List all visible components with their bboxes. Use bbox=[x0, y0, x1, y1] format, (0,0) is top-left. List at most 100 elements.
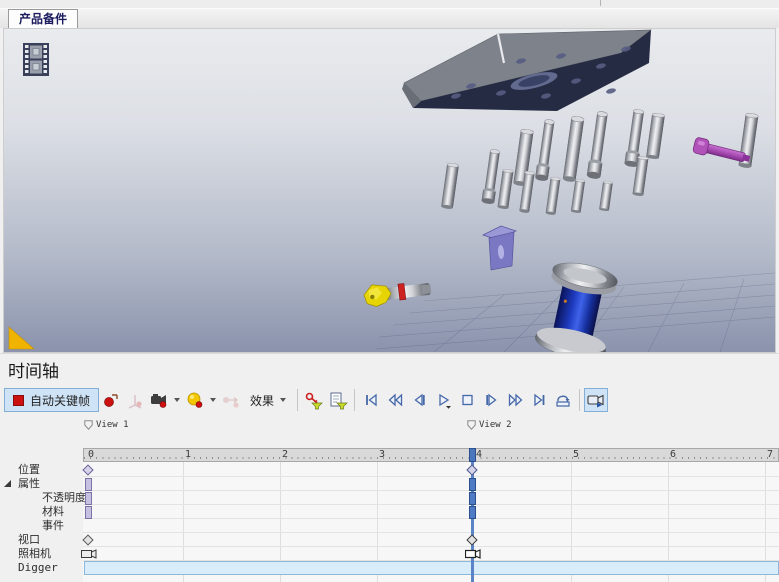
view-marker-icon bbox=[467, 420, 476, 430]
toolbar-separator bbox=[579, 389, 580, 411]
digger-track-bar[interactable] bbox=[84, 561, 779, 575]
timeline-title: 时间轴 bbox=[8, 357, 59, 382]
part-blue-cylinder-bushing[interactable] bbox=[533, 257, 623, 352]
view-marker-label: View 1 bbox=[96, 420, 129, 430]
keyframe-camera-t0[interactable] bbox=[81, 549, 97, 559]
row-separator bbox=[83, 532, 779, 533]
sheet-filter-icon bbox=[328, 391, 348, 410]
loop-icon bbox=[553, 391, 573, 409]
track-opacity[interactable]: 不透明度 bbox=[42, 491, 86, 505]
row-separator bbox=[83, 504, 779, 505]
timeline-panel: 时间轴 自动关键帧 bbox=[0, 353, 779, 582]
scene-3d bbox=[4, 29, 775, 352]
effects-button[interactable]: 效果 bbox=[243, 388, 293, 412]
set-keyframe-button[interactable] bbox=[99, 388, 123, 412]
track-position[interactable]: 位置 bbox=[18, 463, 40, 477]
keyframe-opacity-t0[interactable] bbox=[85, 492, 92, 505]
ruler-number: 0 bbox=[88, 449, 94, 461]
track-material[interactable]: 材料 bbox=[42, 505, 64, 519]
filter-keyframes-button[interactable] bbox=[302, 388, 326, 412]
axes-gizmo-icon bbox=[126, 391, 144, 409]
effects-dropdown bbox=[280, 398, 286, 402]
tab-product-spares[interactable]: 产品备件 bbox=[8, 9, 78, 28]
film-strip-icon[interactable] bbox=[23, 43, 49, 76]
ruler-number: 4 bbox=[476, 449, 482, 461]
row-separator bbox=[83, 476, 779, 477]
move-keyframe-icon bbox=[221, 391, 241, 409]
ruler-number: 5 bbox=[573, 449, 579, 461]
toolbar-separator bbox=[354, 389, 355, 411]
auto-keyframe-label: 自动关键帧 bbox=[30, 392, 90, 409]
track-properties[interactable]: 属性 bbox=[18, 477, 40, 491]
track-digger[interactable]: Digger bbox=[18, 561, 58, 575]
track-events[interactable]: 事件 bbox=[42, 519, 64, 533]
toolbar-separator bbox=[297, 389, 298, 411]
ruler-number: 2 bbox=[282, 449, 288, 461]
marker-view-1[interactable]: View 1 bbox=[84, 419, 129, 431]
go-to-end-button[interactable] bbox=[527, 388, 551, 412]
ruler-number: 3 bbox=[379, 449, 385, 461]
timeline-ruler[interactable]: 0 1 2 3 4 5 6 7 bbox=[83, 448, 779, 462]
skip-to-start-icon bbox=[362, 391, 381, 409]
keyframe-material-t0[interactable] bbox=[85, 506, 92, 519]
part-dowel-pins[interactable] bbox=[441, 109, 759, 216]
view-marker-label: View 2 bbox=[479, 420, 512, 430]
fast-forward-button[interactable] bbox=[503, 388, 527, 412]
light-bulb-icon bbox=[185, 391, 205, 409]
ground-triangle-icon[interactable] bbox=[9, 327, 34, 349]
play-camera-views-toggle[interactable] bbox=[584, 388, 608, 412]
step-forward-button[interactable] bbox=[479, 388, 503, 412]
part-yellow-clevis-shaft[interactable] bbox=[363, 278, 432, 308]
fast-backward-icon bbox=[386, 391, 405, 409]
ruler-number: 1 bbox=[185, 449, 191, 461]
filter-list-button[interactable] bbox=[326, 388, 350, 412]
next-frame-icon bbox=[482, 391, 501, 409]
viewport-3d[interactable] bbox=[3, 28, 776, 353]
light-keyframe-dropdown[interactable] bbox=[210, 398, 216, 402]
playhead-handle[interactable] bbox=[469, 448, 476, 462]
row-separator bbox=[83, 490, 779, 491]
camera-keyframe-button[interactable] bbox=[147, 388, 171, 412]
play-button[interactable] bbox=[431, 388, 455, 412]
toolbar-separator-remnant bbox=[600, 0, 601, 6]
key-filter-icon bbox=[304, 391, 324, 410]
camera-play-icon bbox=[586, 391, 606, 409]
ruler-number: 6 bbox=[670, 449, 676, 461]
step-back-button[interactable] bbox=[407, 388, 431, 412]
loop-playback-button[interactable] bbox=[551, 388, 575, 412]
play-icon bbox=[434, 391, 453, 409]
keyframe-properties-t4[interactable] bbox=[469, 478, 476, 491]
auto-keyframe-button[interactable]: 自动关键帧 bbox=[4, 388, 99, 412]
record-square-icon bbox=[13, 395, 24, 406]
rewind-button[interactable] bbox=[383, 388, 407, 412]
part-latch-bracket[interactable] bbox=[483, 226, 516, 270]
expander-properties[interactable] bbox=[4, 480, 11, 487]
keyframe-properties-t0[interactable] bbox=[85, 478, 92, 491]
previous-frame-icon bbox=[410, 391, 429, 409]
go-to-start-button[interactable] bbox=[359, 388, 383, 412]
marker-view-2[interactable]: View 2 bbox=[467, 419, 512, 431]
timeline-toolbar: 自动关键帧 bbox=[4, 386, 608, 414]
row-separator bbox=[83, 546, 779, 547]
translate-keyframe-button[interactable] bbox=[123, 388, 147, 412]
keyframe-opacity-t4[interactable] bbox=[469, 492, 476, 505]
camera-icon bbox=[149, 391, 169, 409]
skip-to-end-icon bbox=[530, 391, 549, 409]
document-tab-bar: 产品备件 bbox=[0, 9, 779, 28]
camera-keyframe-dropdown[interactable] bbox=[174, 398, 180, 402]
keyframe-camera-t4[interactable] bbox=[465, 549, 481, 559]
view-marker-icon bbox=[84, 420, 93, 430]
track-viewport[interactable]: 视口 bbox=[18, 533, 40, 547]
window-top-strip bbox=[0, 0, 779, 9]
part-top-plate[interactable] bbox=[402, 30, 651, 111]
keyframe-dot-icon bbox=[102, 391, 120, 409]
keyframe-material-t4[interactable] bbox=[469, 506, 476, 519]
light-keyframe-button[interactable] bbox=[183, 388, 207, 412]
event-keyframe-button[interactable] bbox=[219, 388, 243, 412]
row-separator bbox=[83, 518, 779, 519]
stop-button[interactable] bbox=[455, 388, 479, 412]
effects-label: 效果 bbox=[247, 392, 277, 409]
track-camera[interactable]: 照相机 bbox=[18, 547, 51, 561]
stop-icon bbox=[458, 391, 477, 409]
fast-forward-icon bbox=[506, 391, 525, 409]
